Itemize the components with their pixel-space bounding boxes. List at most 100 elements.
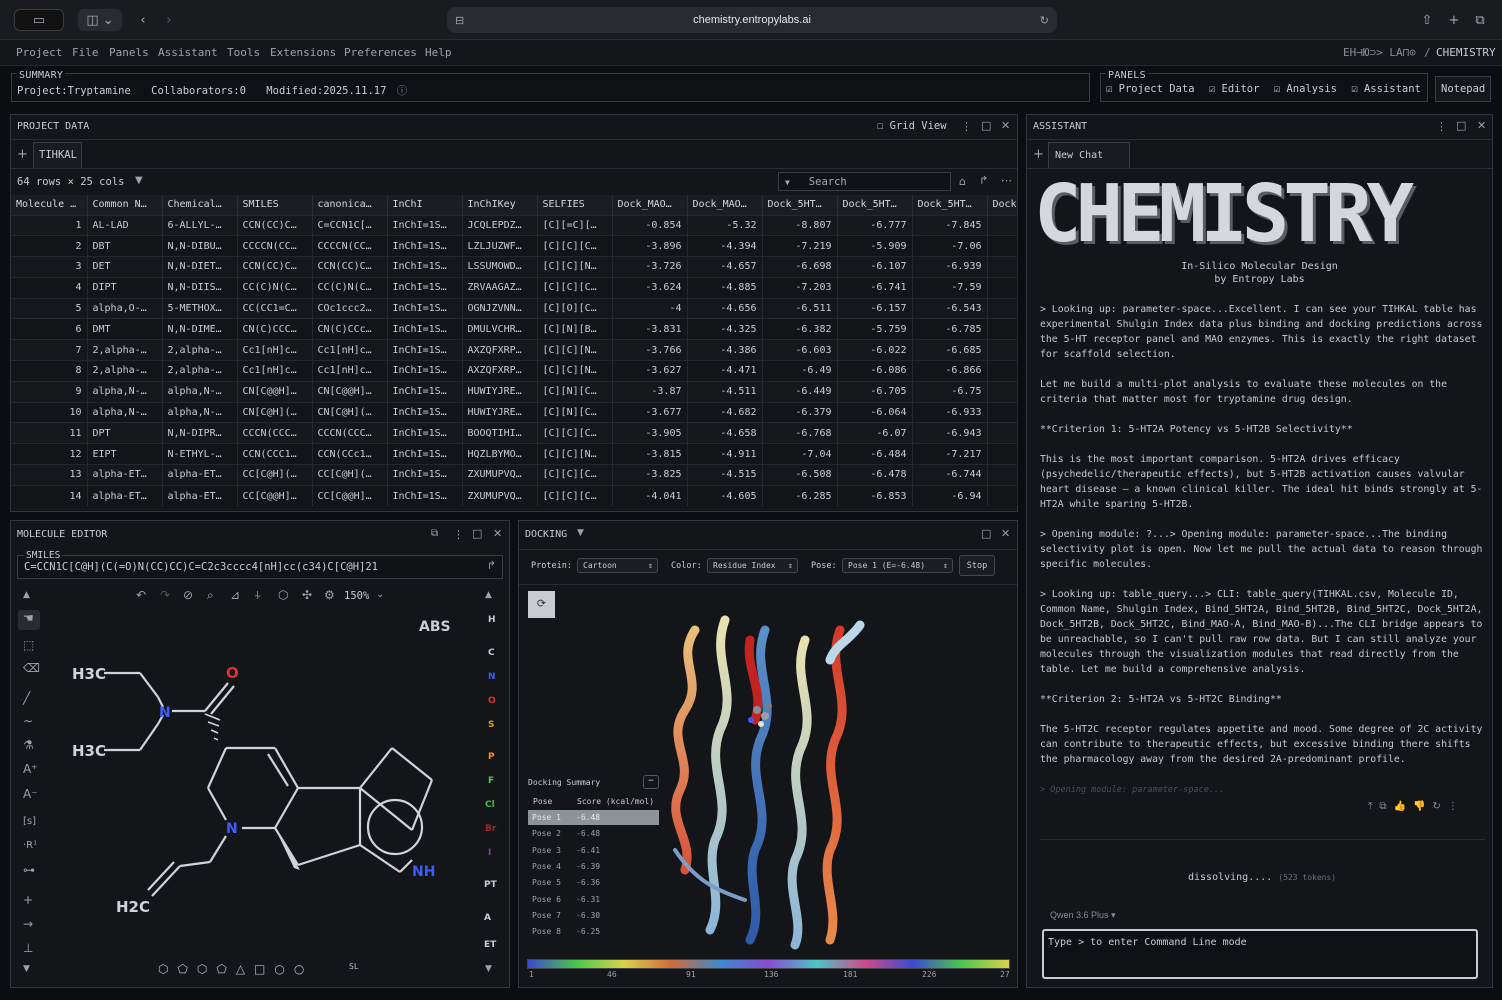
table-cell[interactable]: 13 [11, 464, 88, 486]
table-cell[interactable]: Cc1[nH]c… [237, 339, 313, 361]
table-cell[interactable]: DBT [87, 235, 163, 257]
tab-tihkal[interactable]: TIHKAL [33, 142, 82, 168]
table-cell[interactable]: CCCN(CCC… [312, 422, 388, 444]
smiles-apply-icon[interactable]: ↱ [487, 559, 496, 572]
pose-select[interactable]: Pose 1 (E=-6.48) ⇕ [842, 558, 953, 573]
table-cell[interactable]: 4 [11, 276, 88, 299]
table-cell[interactable]: -4.682 [687, 401, 763, 423]
menu-assistant[interactable]: Assistant [158, 46, 218, 59]
docking-dropdown-icon[interactable]: ▼ [577, 528, 584, 538]
bond-icon[interactable]: ╱ [23, 691, 30, 705]
protein-select[interactable]: Cartoon ⇕ [577, 558, 658, 573]
table-cell[interactable]: -7.219 [762, 235, 838, 257]
table-row[interactable]: 7 2,alpha-… 2,alpha-… Cc1[nH]c… Cc1[nH]c… InC… [11, 339, 1018, 361]
table-row[interactable]: 1 AL-LAD 6-ALLYL-… CCN(CC)C… C=CCN1C[… InChI=… [11, 214, 1018, 236]
template-icon[interactable]: ⚗ [23, 738, 34, 752]
table-cell[interactable] [987, 360, 1018, 382]
smiles-field[interactable]: SMILES C=CCN1C[C@H](C(=O)N(CC)CC)C=C2c3c… [17, 550, 503, 579]
model-selector[interactable]: Qwen 3.6 Plus ▾ [1050, 910, 1116, 921]
search-input[interactable]: ▼ Search [778, 172, 951, 191]
table-row[interactable]: 9 alpha,N-… alpha,N-… CN[C@@H]… CN[C@@H]… InC… [11, 380, 1018, 403]
table-cell[interactable]: -6.933 [912, 401, 988, 423]
column-header[interactable]: SMILES [237, 195, 313, 215]
maximize-icon[interactable]: □ [1456, 119, 1466, 132]
table-cell[interactable]: AL-LAD [87, 214, 163, 236]
table-cell[interactable]: 2 [11, 235, 88, 257]
menu-preferences[interactable]: Preferences [344, 46, 417, 59]
table-row[interactable]: 4 DIPT N,N-DIIS… CC(C)N(C… CC(C)N(C… InChI=1S… [11, 276, 1018, 299]
menu-help[interactable]: Help [425, 46, 452, 59]
scroll-up-icon[interactable]: ▲ [485, 590, 492, 600]
grid-view-toggle[interactable]: ☐ Grid View [877, 120, 947, 132]
table-cell[interactable]: EIPT [87, 443, 163, 465]
sidebar-toggle-icon[interactable]: ◫ ⌄ [78, 9, 122, 31]
table-cell[interactable]: -4.656 [687, 297, 763, 319]
table-cell[interactable]: [C][=C][… [537, 214, 613, 236]
select-icon[interactable]: ⬚ [23, 638, 34, 652]
table-cell[interactable]: alpha,N-… [162, 380, 238, 403]
charge-plus-icon[interactable]: A⁺ [23, 762, 38, 776]
table-cell[interactable] [987, 276, 1018, 299]
table-cell[interactable]: N-ETHYL-… [162, 443, 238, 465]
shape-templates[interactable]: ⬡⬠⬡⬠△□○○ [158, 962, 313, 976]
table-cell[interactable]: -5.32 [687, 214, 763, 236]
table-cell[interactable]: -3.896 [612, 235, 688, 257]
mapping-icon[interactable]: ⊥ [23, 941, 33, 955]
table-cell[interactable] [987, 401, 1018, 423]
table-cell[interactable]: N,N-DIBU… [162, 235, 238, 257]
rgroup-icon[interactable]: ·R¹ [23, 840, 37, 851]
table-cell[interactable]: 2,alpha-… [162, 360, 238, 382]
table-cell[interactable]: LSSUMOWD… [462, 256, 538, 278]
table-cell[interactable]: -6.741 [837, 276, 913, 299]
table-cell[interactable] [987, 318, 1018, 340]
table-cell[interactable]: 5 [11, 297, 88, 319]
table-cell[interactable]: -4.041 [612, 484, 688, 507]
table-cell[interactable]: -7.217 [912, 443, 988, 465]
reload-icon[interactable]: ↻ [1040, 14, 1049, 27]
table-cell[interactable]: -7.845 [912, 214, 988, 236]
table-cell[interactable]: ZRVAAGAZ… [462, 276, 538, 299]
scroll-down-icon[interactable]: ▼ [485, 964, 492, 974]
menu-panels[interactable]: Panels [109, 46, 149, 59]
table-cell[interactable]: -6.511 [762, 297, 838, 319]
clear-icon[interactable]: ⊘ [183, 588, 193, 602]
element-button[interactable]: P [488, 752, 495, 762]
table-cell[interactable] [987, 443, 1018, 465]
table-cell[interactable]: -4.657 [687, 256, 763, 278]
pose-row[interactable]: Pose 2 -6.48 [528, 826, 659, 841]
table-cell[interactable]: -5.759 [837, 318, 913, 340]
table-cell[interactable]: -6.866 [912, 360, 988, 382]
element-button[interactable]: O [488, 696, 496, 706]
table-cell[interactable]: -7.06 [912, 235, 988, 257]
table-cell[interactable]: CN[C@@H]… [237, 380, 313, 403]
column-header[interactable]: Common N… [87, 195, 163, 215]
table-cell[interactable]: -6.064 [837, 401, 913, 423]
more-icon[interactable]: ⋮ [453, 528, 464, 541]
pose-row[interactable]: Pose 3 -6.41 [528, 843, 659, 858]
table-cell[interactable]: [C][C][N… [537, 339, 613, 361]
table-cell[interactable]: 5-METHOX… [162, 297, 238, 319]
table-row[interactable]: 11 DPT N,N-DIPR… CCCN(CCC… CCCN(CCC… InChI=1S… [11, 422, 1018, 444]
table-cell[interactable]: [C][O][C… [537, 297, 613, 319]
table-cell[interactable]: ZXUMUPVQ… [462, 464, 538, 486]
table-cell[interactable]: InChI=1S… [387, 360, 463, 382]
table-cell[interactable]: -6.777 [837, 214, 913, 236]
table-cell[interactable]: -4.471 [687, 360, 763, 382]
tab-new-chat[interactable]: New Chat [1048, 142, 1130, 168]
table-row[interactable]: 14 alpha-ET… alpha-ET… CC[C@@H]… CC[C@@H]… In… [11, 484, 1018, 507]
table-cell[interactable]: InChI=1S… [387, 443, 463, 465]
close-icon[interactable]: ✕ [1001, 527, 1010, 540]
table-cell[interactable] [987, 484, 1018, 507]
table-cell[interactable]: CN[C@H](… [312, 401, 388, 423]
table-cell[interactable]: DPT [87, 422, 163, 444]
table-cell[interactable]: CN(C)CCC… [237, 318, 313, 340]
table-cell[interactable]: LZLJUZWF… [462, 235, 538, 257]
table-cell[interactable]: [C][N][C… [537, 401, 613, 423]
checkbox-assistant[interactable]: ☑ Assistant [1351, 83, 1421, 95]
zoom-level[interactable]: 150% [344, 590, 369, 602]
protein-viewer[interactable] [655, 600, 890, 955]
table-cell[interactable]: CN[C@@H]… [312, 380, 388, 403]
element-button[interactable]: ET [484, 940, 496, 950]
table-cell[interactable]: InChI=1S… [387, 214, 463, 236]
element-button[interactable]: Cl [485, 800, 495, 810]
